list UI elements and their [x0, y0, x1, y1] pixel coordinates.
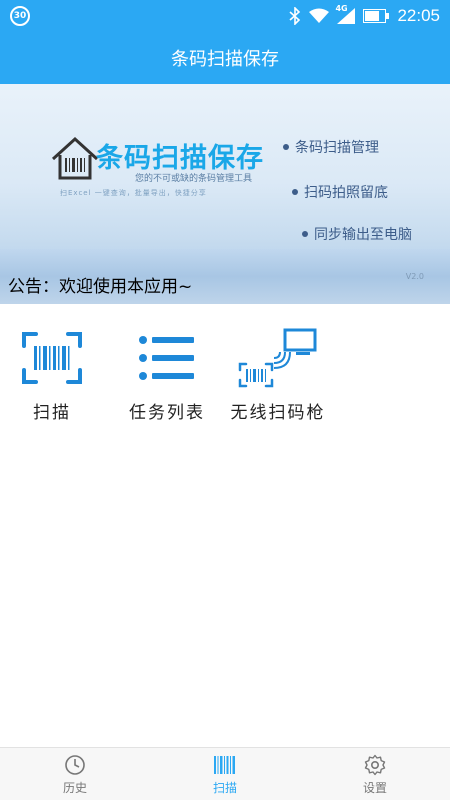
banner-feature-label: 条码扫描管理 [295, 140, 379, 156]
wireless-scanner-button[interactable]: 无线扫码枪 [223, 328, 333, 423]
banner-tagline: 扫Excel 一键查询，批量导出，快捷分享 [60, 189, 207, 197]
nav-label: 扫描 [212, 780, 237, 795]
scan-button[interactable]: 扫描 [0, 328, 107, 423]
status-bar: 30 4G 22:05 [0, 0, 450, 32]
bottom-nav: 历史 扫描 设置 [0, 747, 450, 800]
signal-icon: 4G [335, 4, 356, 24]
status-icons: 4G 22:05 [289, 0, 440, 32]
banner-subtitle: 您的不可或缺的条码管理工具 [135, 174, 253, 184]
banner-title: 条码扫描保存 [96, 143, 264, 174]
barcode-icon [214, 755, 235, 774]
bluetooth-icon [289, 7, 301, 25]
task-list-label: 任务列表 [129, 403, 205, 423]
wireless-scanner-label: 无线扫码枪 [230, 403, 326, 423]
bullet-icon [292, 189, 298, 195]
nav-label: 设置 [362, 780, 387, 795]
battery-icon [363, 9, 390, 23]
banner-feature: 条码扫描管理 [283, 137, 379, 157]
wireless-scanner-icon [238, 328, 317, 388]
house-barcode-logo-icon [51, 136, 99, 180]
page-title: 条码扫描保存 [171, 49, 279, 70]
app-title-bar: 条码扫描保存 [0, 32, 450, 84]
wifi-icon [309, 8, 330, 24]
nav-label: 历史 [62, 780, 87, 795]
banner-feature: 同步输出至电脑 [302, 224, 412, 244]
bullet-icon [302, 231, 308, 237]
nav-item-scan[interactable]: 扫描 [150, 748, 300, 800]
barcode-scan-icon [22, 332, 82, 384]
status-time: 22:05 [397, 6, 440, 25]
task-list-button[interactable]: 任务列表 [112, 328, 222, 423]
banner-feature-label: 同步输出至电脑 [314, 227, 412, 243]
scan-label: 扫描 [33, 403, 71, 423]
banner[interactable]: 条码扫描保存 您的不可或缺的条码管理工具 扫Excel 一键查询，批量导出，快捷… [0, 84, 450, 304]
bullet-icon [283, 144, 289, 150]
network-type: 4G [335, 4, 348, 13]
notification-badge: 30 [10, 6, 30, 26]
gear-icon [364, 754, 386, 775]
announcement-text: 公告：欢迎使用本应用~ [8, 277, 193, 297]
clock-icon [65, 754, 85, 775]
nav-item-settings[interactable]: 设置 [300, 748, 450, 800]
banner-feature-label: 扫码拍照留底 [304, 185, 388, 201]
banner-version: V2.0 [405, 272, 424, 281]
banner-feature: 扫码拍照留底 [292, 182, 388, 202]
list-icon [139, 336, 194, 380]
nav-item-history[interactable]: 历史 [0, 748, 150, 800]
